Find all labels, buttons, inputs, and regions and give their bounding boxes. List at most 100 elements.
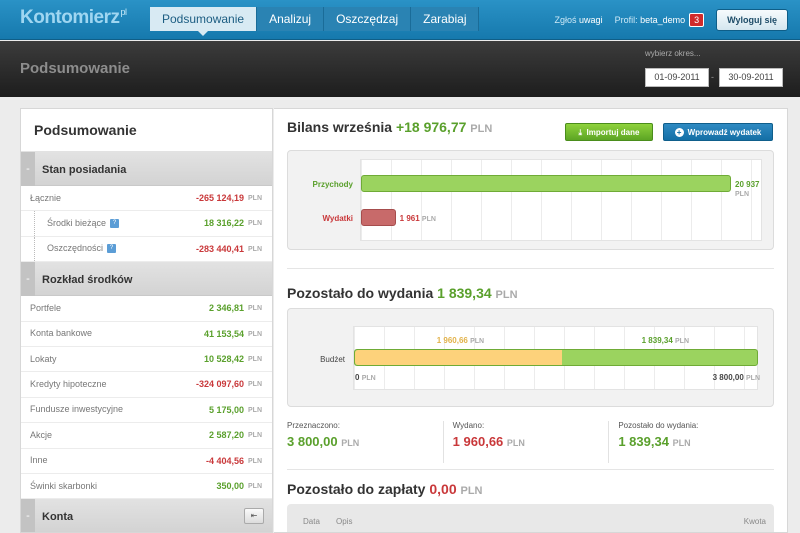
summary-row[interactable]: Portfele 2 346,81 PLN	[21, 296, 272, 322]
row-value: -283 440,41	[195, 243, 244, 254]
feedback-link[interactable]: Zgłoś uwagi	[555, 15, 603, 25]
section-title: Konta	[42, 511, 74, 524]
stat-spent: Wydano: 1 960,66 PLN	[442, 421, 609, 463]
remaining-heading: Pozostało do wydania 1 839,34 PLN	[287, 285, 518, 301]
row-value: 10 528,42	[203, 353, 244, 364]
row-label: Akcje	[30, 429, 53, 440]
topay-heading: Pozostało do zapłaty 0,00 PLN	[287, 481, 483, 497]
summary-sidebar: Podsumowanie - Stan posiadania Łącznie -2…	[20, 108, 273, 533]
row-label: Łącznie	[30, 192, 62, 203]
column-header-amount[interactable]: Kwota	[744, 517, 766, 526]
logo-suffix: pl	[120, 7, 128, 17]
page-header: Podsumowanie wybierz okres... 01-09-2011…	[0, 41, 800, 97]
column-header-description[interactable]: Opis	[336, 517, 352, 526]
row-label: Lokaty	[30, 353, 57, 364]
plus-icon: +	[674, 128, 684, 137]
help-icon[interactable]: ?	[110, 219, 120, 229]
stat-allocated: Przeznaczono: 3 800,00 PLN	[287, 421, 360, 449]
row-label: Konta bankowe	[30, 328, 93, 339]
summary-row[interactable]: Konta bankowe 41 153,54 PLN	[21, 322, 272, 347]
budget-chart: Budżet 1 960,66 PLN 1 839,34 PLN 0 PLN 3…	[287, 308, 774, 407]
logo[interactable]: Kontomierzpl	[20, 7, 127, 29]
row-value: -324 097,60	[195, 379, 244, 390]
date-from-input[interactable]: 01-09-2011	[645, 68, 709, 87]
summary-row[interactable]: Środki bieżące? 18 316,22 PLN	[21, 211, 272, 237]
profile-link[interactable]: Profil: beta_demo	[615, 15, 686, 25]
summary-row[interactable]: Inne -4 404,56 PLN	[21, 449, 272, 474]
nav-tab-oszczedzaj[interactable]: Oszczędzaj	[324, 7, 412, 31]
nav-tab-zarabiaj[interactable]: Zarabiaj	[411, 7, 480, 31]
divider	[287, 469, 774, 470]
row-currency: PLN	[248, 457, 262, 465]
collapse-icon[interactable]: -	[21, 499, 35, 532]
section-title: Stan posiadania	[42, 164, 127, 176]
row-currency: PLN	[248, 195, 262, 202]
collapse-icon[interactable]: -	[21, 152, 35, 186]
bar-value-wydatki: 1 961 PLN	[399, 214, 436, 223]
logout-button[interactable]: Wyloguj się	[716, 9, 788, 31]
summary-row[interactable]: Oszczędności? -283 440,41 PLN	[21, 236, 272, 263]
bar-label-przychody: Przychody	[312, 180, 353, 189]
row-value: 2 346,81	[208, 303, 244, 314]
section-header-rozklad-srodkow[interactable]: - Rozkład środków	[21, 262, 272, 297]
bar-przychody	[361, 175, 731, 192]
download-icon: ⤓	[578, 128, 583, 137]
summary-row[interactable]: Akcje 2 587,20 PLN	[21, 423, 272, 449]
divider	[287, 268, 774, 269]
row-label: Oszczędności?	[34, 236, 168, 262]
row-currency: PLN	[248, 330, 262, 338]
row-value: -4 404,56	[205, 455, 244, 466]
section-title: Rozkład środków	[42, 274, 133, 287]
bar-value-przychody: 20 937 PLN	[735, 180, 760, 198]
nav-tab-podsumowanie[interactable]: Podsumowanie	[150, 7, 258, 36]
row-currency: PLN	[248, 381, 262, 389]
collapse-left-icon[interactable]: ⇤	[244, 508, 264, 525]
budget-stats: Przeznaczono: 3 800,00 PLN Wydano: 1 960…	[287, 421, 774, 463]
stat-remaining: Pozostało do wydania: 1 839,34 PLN	[608, 421, 774, 463]
date-separator: -	[711, 72, 714, 82]
add-expense-button[interactable]: + Wprowadź wydatek	[663, 123, 773, 141]
budget-remaining-value: 1 839,34 PLN	[641, 336, 689, 345]
balance-heading: Bilans września +18 976,77 PLN	[287, 119, 493, 135]
row-label: Inne	[30, 455, 48, 466]
summary-row[interactable]: Świnki skarbonki 350,00 PLN	[21, 474, 272, 500]
nav-tab-analizuj[interactable]: Analizuj	[257, 7, 325, 31]
row-value: 41 153,54	[203, 328, 244, 339]
bar-wydatki	[361, 209, 396, 226]
bar-label-wydatki: Wydatki	[322, 214, 353, 223]
balance-plot	[360, 159, 762, 241]
section-header-stan-posiadania[interactable]: - Stan posiadania	[21, 152, 272, 186]
summary-row[interactable]: Kredyty hipoteczne -324 097,60 PLN	[21, 372, 272, 398]
topay-amount: 0,00	[429, 481, 457, 497]
section-header-konta[interactable]: - Konta ⇤	[21, 499, 272, 532]
row-label: Środki bieżące?	[34, 211, 168, 236]
date-to-input[interactable]: 30-09-2011	[719, 68, 783, 87]
budget-axis-max: 3 800,00 PLN	[712, 373, 760, 382]
column-header-date[interactable]: Data	[303, 517, 320, 526]
balance-chart: Przychody 20 937 PLN Wydatki 1 961 PLN	[287, 150, 774, 250]
period-label: wybierz okres...	[645, 49, 701, 58]
row-value: 2 587,20	[208, 430, 244, 441]
row-currency: PLN	[248, 305, 262, 313]
row-value: 350,00	[216, 480, 244, 491]
budget-spent-value: 1 960,66 PLN	[436, 336, 485, 345]
notification-badge[interactable]: 3	[689, 13, 705, 27]
row-label: Fundusze inwestycyjne	[30, 404, 124, 415]
help-icon[interactable]: ?	[107, 244, 117, 254]
summary-row[interactable]: Fundusze inwestycyjne 5 175,00 PLN	[21, 398, 272, 424]
summary-row[interactable]: Łącznie -265 124,19 PLN	[21, 186, 272, 212]
row-currency: PLN	[248, 432, 262, 440]
summary-row[interactable]: Lokaty 10 528,42 PLN	[21, 347, 272, 373]
row-label: Świnki skarbonki	[30, 480, 98, 491]
row-label: Kredyty hipoteczne	[30, 379, 107, 390]
remaining-amount: 1 839,34	[437, 285, 492, 301]
row-value: -265 124,19	[195, 193, 244, 203]
row-value: 18 316,22	[203, 218, 244, 229]
row-value: 5 175,00	[208, 404, 244, 415]
page-title: Podsumowanie	[20, 60, 131, 77]
collapse-icon[interactable]: -	[21, 262, 35, 297]
row-currency: PLN	[248, 482, 262, 490]
row-label: Portfele	[30, 302, 62, 313]
main-nav: Podsumowanie Analizuj Oszczędzaj Zarabia…	[150, 7, 480, 36]
import-button[interactable]: ⤓ Importuj dane	[565, 123, 653, 141]
